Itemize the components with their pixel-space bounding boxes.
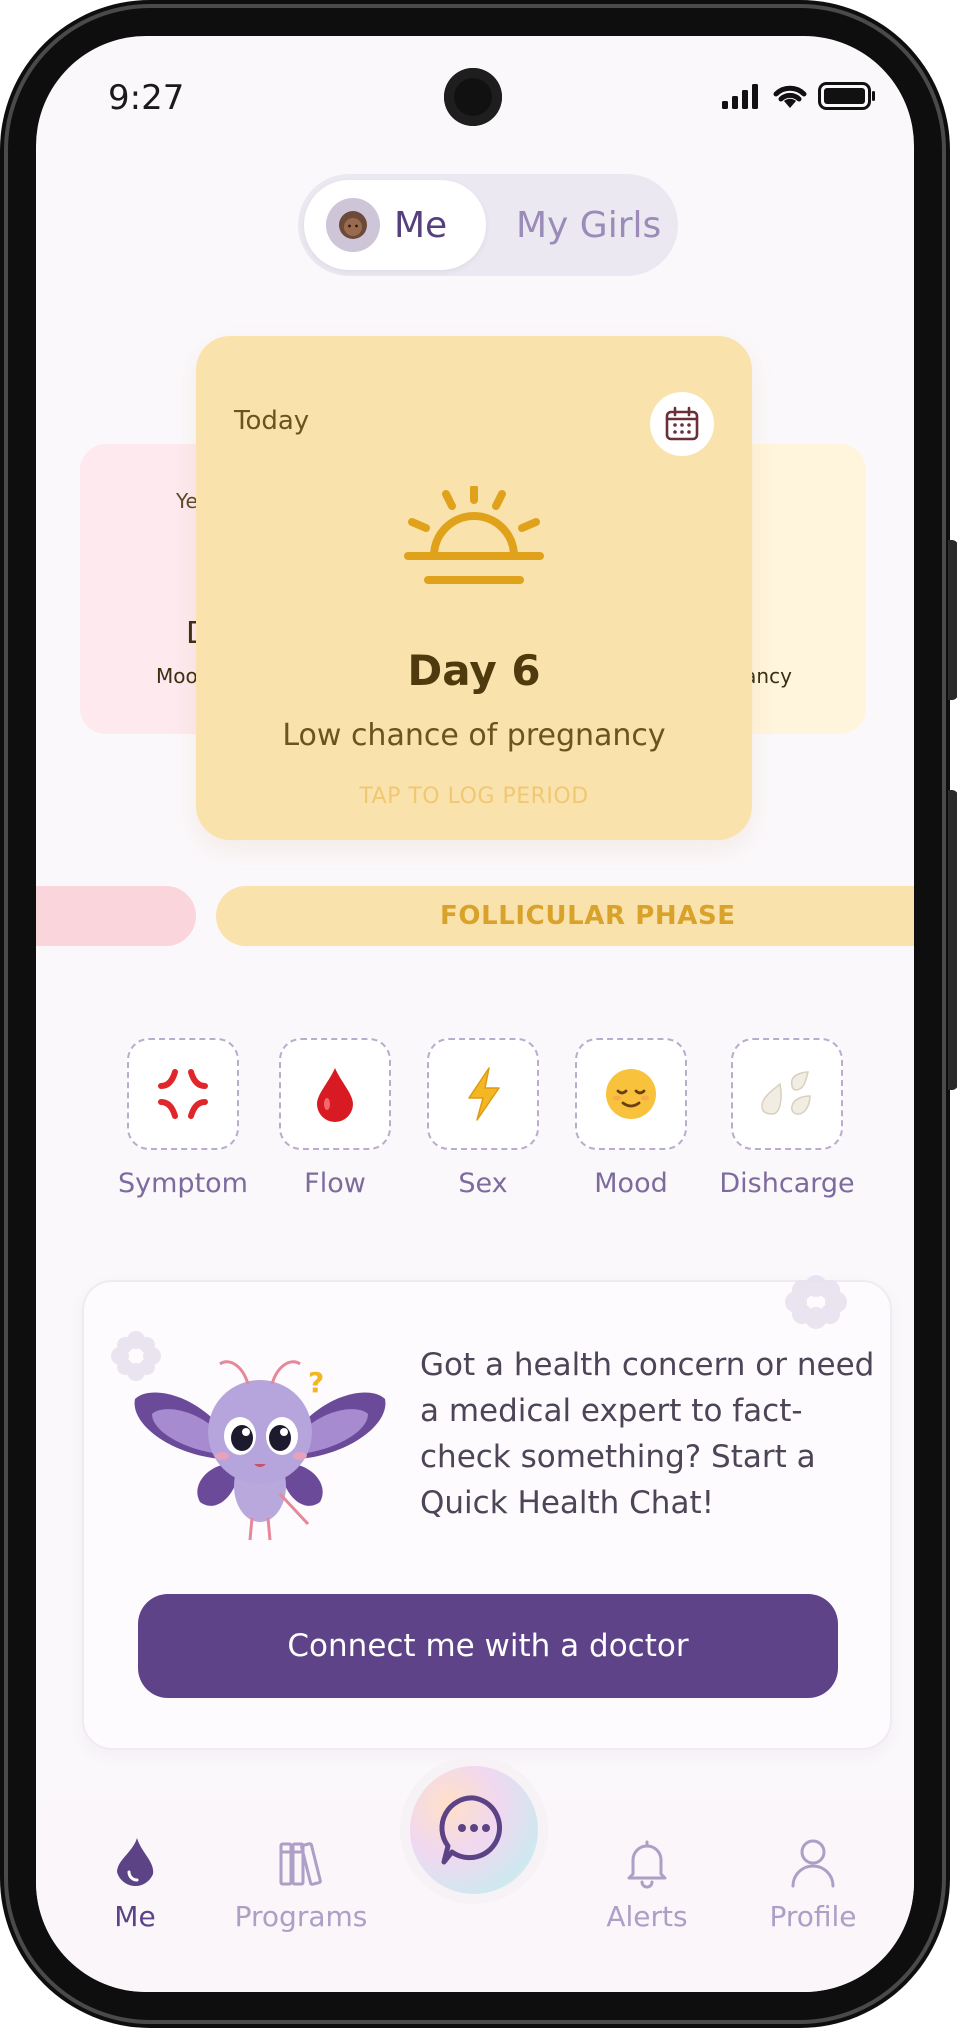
relieved-face-icon — [606, 1069, 656, 1119]
power-button — [948, 540, 957, 700]
log-discharge-box — [731, 1038, 843, 1150]
log-mood-box — [575, 1038, 687, 1150]
avatar — [326, 198, 380, 252]
log-discharge-label: Dishcarge — [719, 1168, 855, 1199]
anger-symbol-icon — [158, 1069, 208, 1119]
nav-profile[interactable]: Profile — [738, 1834, 888, 1933]
toggle-me-label: Me — [394, 204, 448, 246]
log-symptom-box — [127, 1038, 239, 1150]
previous-day-caption: Moo — [156, 664, 198, 688]
toggle-my-girls[interactable]: My Girls — [486, 205, 661, 246]
today-label: Today — [234, 406, 310, 436]
status-icons — [722, 82, 876, 110]
log-sex-label: Sex — [458, 1168, 508, 1199]
app-screen: 9:27 Me My Girls Ye Moo Today Day 6 Low … — [36, 36, 914, 1992]
sunrise-icon — [404, 486, 544, 584]
lightning-icon — [468, 1067, 500, 1121]
nav-profile-label: Profile — [769, 1900, 857, 1933]
user-icon — [791, 1839, 835, 1888]
chat-fab-button[interactable] — [400, 1756, 548, 1904]
phone-frame: 9:27 Me My Girls Ye Moo Today Day 6 Low … — [0, 0, 957, 2028]
calendar-icon — [665, 406, 699, 441]
chat-bubble-icon — [439, 1795, 502, 1865]
log-sex-box — [427, 1038, 539, 1150]
flower-decoration-icon — [785, 1275, 847, 1329]
log-symptom-label: Symptom — [118, 1168, 248, 1199]
wifi-icon — [773, 85, 807, 108]
volume-button — [948, 790, 957, 1090]
drop-icon — [117, 1838, 154, 1887]
chat-fab-inner — [410, 1766, 538, 1894]
svg-text:?: ? — [308, 1366, 324, 1399]
nav-me[interactable]: Me — [60, 1834, 210, 1933]
previous-phase-pill — [36, 886, 196, 946]
nav-alerts[interactable]: Alerts — [572, 1834, 722, 1933]
log-symptom-button[interactable]: Symptom — [108, 1038, 258, 1199]
profile-toggle: Me My Girls — [298, 174, 678, 276]
health-chat-text: Got a health concern or need a medical e… — [420, 1347, 875, 1521]
health-chat-card: ? Got a health concern or need a medical… — [82, 1275, 892, 1750]
previous-day-title: Ye — [176, 489, 198, 513]
pregnancy-chance: Low chance of pregnancy — [282, 718, 666, 753]
cycle-day: Day 6 — [407, 646, 541, 695]
avatar-face-icon — [339, 211, 367, 239]
log-mood-label: Mood — [594, 1168, 668, 1199]
log-flow-button[interactable]: Flow — [260, 1038, 410, 1199]
nav-me-label: Me — [114, 1900, 156, 1933]
cellular-signal-icon — [722, 84, 758, 109]
status-time: 9:27 — [108, 78, 185, 118]
butterfly-mascot-icon: ? — [134, 1360, 386, 1541]
current-phase-pill: FOLLICULAR PHASE — [216, 886, 914, 946]
log-mood-button[interactable]: Mood — [556, 1038, 706, 1199]
nav-programs[interactable]: Programs — [226, 1834, 376, 1933]
toggle-me[interactable]: Me — [304, 180, 486, 270]
books-icon — [279, 1842, 322, 1886]
log-flow-box — [279, 1038, 391, 1150]
nav-programs-label: Programs — [234, 1900, 368, 1933]
calendar-button[interactable] — [650, 392, 714, 456]
connect-doctor-button[interactable]: Connect me with a doctor — [138, 1594, 838, 1698]
bell-icon — [627, 1840, 667, 1889]
nav-alerts-label: Alerts — [606, 1900, 688, 1933]
today-cycle-card[interactable]: Today Day 6 Low chance of pregnancy TAP … — [196, 336, 752, 840]
log-period-link[interactable]: TAP TO LOG PERIOD — [196, 784, 752, 809]
log-sex-button[interactable]: Sex — [408, 1038, 558, 1199]
battery-icon — [818, 82, 875, 110]
log-flow-label: Flow — [304, 1168, 366, 1199]
droplets-icon — [761, 1071, 811, 1115]
blood-drop-icon — [317, 1068, 353, 1122]
front-camera — [444, 68, 502, 126]
log-discharge-button[interactable]: Dishcarge — [712, 1038, 862, 1199]
